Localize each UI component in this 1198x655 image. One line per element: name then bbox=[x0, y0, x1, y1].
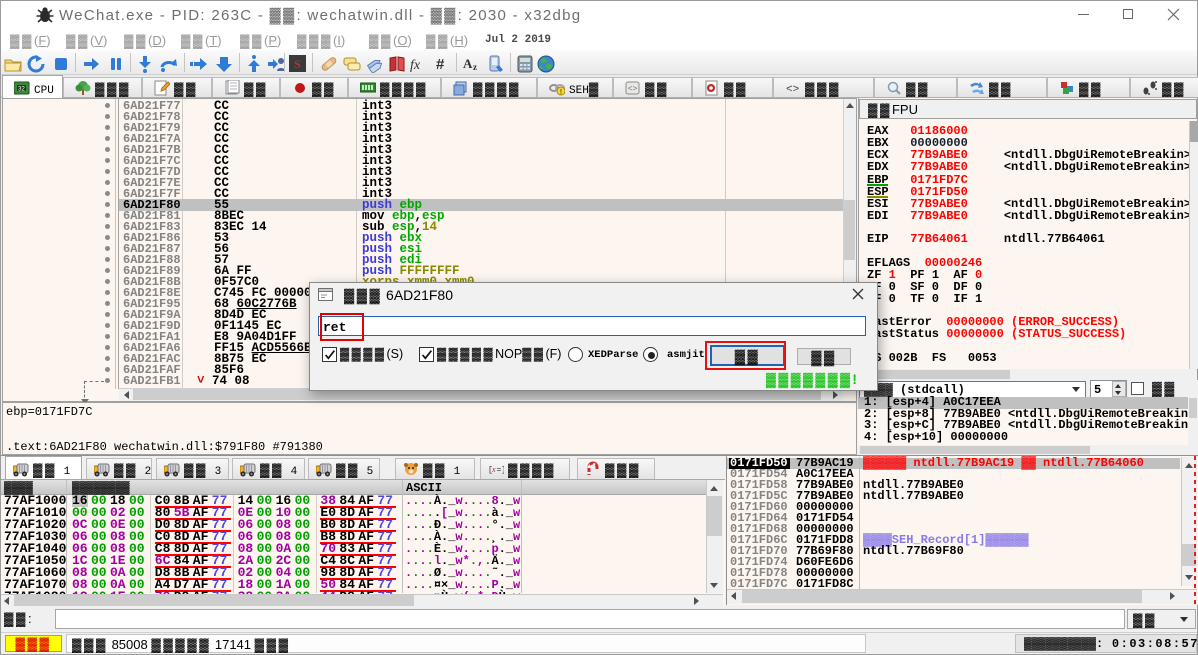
svg-text:z: z bbox=[473, 62, 477, 72]
svg-text:<>: <> bbox=[628, 85, 638, 94]
svg-text:!: ! bbox=[560, 89, 562, 96]
svg-text:fx: fx bbox=[410, 58, 421, 73]
svg-text:A: A bbox=[463, 56, 473, 71]
svg-text:S: S bbox=[294, 57, 301, 71]
svg-text:#: # bbox=[436, 56, 445, 73]
svg-text:=]: =] bbox=[497, 466, 505, 475]
svg-text:x: x bbox=[491, 465, 496, 474]
svg-text:32: 32 bbox=[18, 87, 25, 93]
svg-text:<>: <> bbox=[786, 84, 799, 96]
